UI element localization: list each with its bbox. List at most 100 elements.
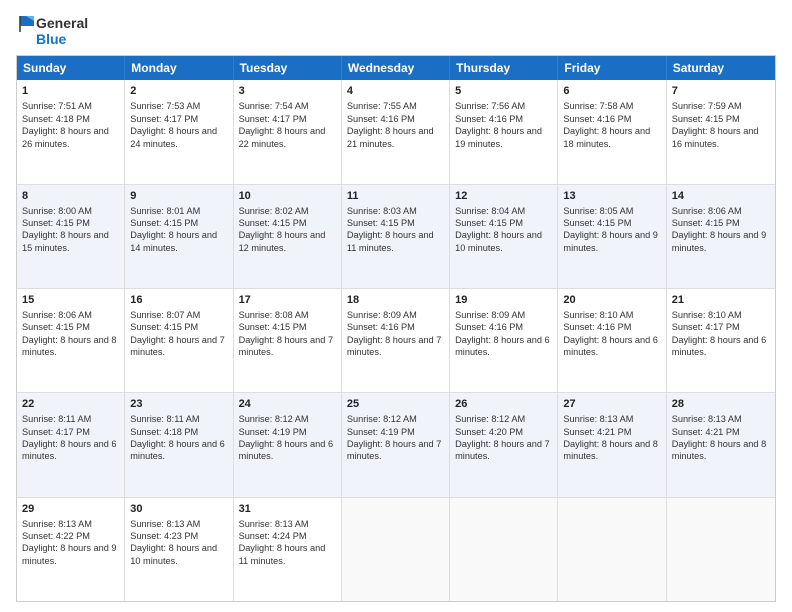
daylight-hours: Daylight: 8 hours and 16 minutes.	[672, 126, 759, 148]
day-number: 9	[130, 189, 227, 204]
calendar-cell-9: 9Sunrise: 8:01 AMSunset: 4:15 PMDaylight…	[125, 185, 233, 288]
day-number: 16	[130, 293, 227, 308]
calendar-row-4: 22 Sunrise: 8:11 AM Sunset: 4:17 PM Dayligh…	[17, 393, 775, 497]
day-number: 29	[22, 502, 119, 517]
sunset-time: Sunset: 4:15 PM	[239, 218, 307, 228]
day-number: 27	[563, 397, 660, 412]
calendar-cell-empty	[667, 498, 775, 601]
sunset-time: Sunset: 4:21 PM	[672, 427, 740, 437]
daylight-hours: Daylight: 8 hours and 10 minutes.	[455, 230, 542, 252]
sunset-time: Sunset: 4:15 PM	[22, 218, 90, 228]
sunrise-time: Sunrise: 8:13 AM	[130, 519, 200, 529]
calendar-cell-18: 18Sunrise: 8:09 AMSunset: 4:16 PMDayligh…	[342, 289, 450, 392]
sunrise-time: Sunrise: 7:59 AM	[672, 101, 742, 111]
sunrise-time: Sunrise: 8:10 AM	[563, 310, 633, 320]
day-number: 20	[563, 293, 660, 308]
sunset-time: Sunset: 4:21 PM	[563, 427, 631, 437]
calendar-cell-24: 24Sunrise: 8:12 AMSunset: 4:19 PMDayligh…	[234, 393, 342, 496]
calendar-row-2: 8Sunrise: 8:00 AMSunset: 4:15 PMDaylight…	[17, 185, 775, 289]
daylight-hours: Daylight: 8 hours and 6 minutes.	[672, 335, 767, 357]
sunset-time: Sunset: 4:22 PM	[22, 531, 90, 541]
calendar-body: 1Sunrise: 7:51 AMSunset: 4:18 PMDaylight…	[17, 80, 775, 601]
sunrise-time: Sunrise: 8:03 AM	[347, 206, 417, 216]
day-number: 25	[347, 397, 444, 412]
sunrise-time: Sunrise: 8:12 AM	[347, 414, 417, 424]
daylight-hours: Daylight: 8 hours and 9 minutes.	[672, 230, 767, 252]
sunset-time: Sunset: 4:17 PM	[22, 427, 90, 437]
day-number: 3	[239, 84, 336, 99]
calendar-cell-empty	[450, 498, 558, 601]
sunset-time: Sunset: 4:16 PM	[455, 322, 523, 332]
calendar-cell-5: 5Sunrise: 7:56 AMSunset: 4:16 PMDaylight…	[450, 80, 558, 183]
sunset-time: Sunset: 4:16 PM	[563, 114, 631, 124]
sunset-time: Sunset: 4:17 PM	[239, 114, 307, 124]
sunrise-time: Sunrise: 8:07 AM	[130, 310, 200, 320]
calendar-cell-21: 21Sunrise: 8:10 AMSunset: 4:17 PMDayligh…	[667, 289, 775, 392]
sunrise-time: Sunrise: 7:56 AM	[455, 101, 525, 111]
sunset-time: Sunset: 4:24 PM	[239, 531, 307, 541]
sunrise-time: Sunrise: 8:00 AM	[22, 206, 92, 216]
day-number: 15	[22, 293, 119, 308]
sunrise-time: Sunrise: 8:12 AM	[455, 414, 525, 424]
sunset-time: Sunset: 4:15 PM	[22, 322, 90, 332]
calendar: SundayMondayTuesdayWednesdayThursdayFrid…	[16, 55, 776, 602]
day-number: 11	[347, 189, 444, 204]
calendar-header-friday: Friday	[558, 56, 666, 80]
day-number: 22	[22, 397, 119, 412]
calendar-cell-10: 10Sunrise: 8:02 AMSunset: 4:15 PMDayligh…	[234, 185, 342, 288]
day-number: 10	[239, 189, 336, 204]
calendar-cell-2: 2Sunrise: 7:53 AMSunset: 4:17 PMDaylight…	[125, 80, 233, 183]
sunset-time: Sunset: 4:19 PM	[239, 427, 307, 437]
sunset-time: Sunset: 4:15 PM	[672, 218, 740, 228]
calendar-cell-23: 23Sunrise: 8:11 AMSunset: 4:18 PMDayligh…	[125, 393, 233, 496]
sunset-time: Sunset: 4:15 PM	[239, 322, 307, 332]
daylight-hours: Daylight: 8 hours and 9 minutes.	[22, 543, 117, 565]
calendar-cell-6: 6Sunrise: 7:58 AMSunset: 4:16 PMDaylight…	[558, 80, 666, 183]
daylight-hours: Daylight: 8 hours and 18 minutes.	[563, 126, 650, 148]
sunrise-time: Sunrise: 8:11 AM	[22, 414, 91, 424]
logo-flag-icon	[16, 16, 34, 32]
daylight-hours: Daylight: 8 hours and 7 minutes.	[130, 335, 225, 357]
day-number: 19	[455, 293, 552, 308]
day-number: 28	[672, 397, 770, 412]
calendar-cell-7: 7Sunrise: 7:59 AMSunset: 4:15 PMDaylight…	[667, 80, 775, 183]
sunset-time: Sunset: 4:20 PM	[455, 427, 523, 437]
daylight-hours: Daylight: 8 hours and 6 minutes.	[455, 335, 550, 357]
sunset-time: Sunset: 4:16 PM	[347, 114, 415, 124]
sunrise-time: Sunrise: 8:04 AM	[455, 206, 525, 216]
calendar-cell-4: 4Sunrise: 7:55 AMSunset: 4:16 PMDaylight…	[342, 80, 450, 183]
calendar-header-saturday: Saturday	[667, 56, 775, 80]
calendar-cell-16: 16Sunrise: 8:07 AMSunset: 4:15 PMDayligh…	[125, 289, 233, 392]
calendar-cell-19: 19 Sunrise: 8:09 AM Sunset: 4:16 PM Dayligh…	[450, 289, 558, 392]
sunset-time: Sunset: 4:15 PM	[672, 114, 740, 124]
day-number: 1	[22, 84, 119, 99]
day-number: 4	[347, 84, 444, 99]
sunrise-time: Sunrise: 8:06 AM	[22, 310, 92, 320]
sunrise-time: Sunrise: 8:05 AM	[563, 206, 633, 216]
main-container: General Blue SundayMondayTuesdayWednesda…	[0, 0, 792, 612]
daylight-hours: Daylight: 8 hours and 8 minutes.	[22, 335, 117, 357]
daylight-hours: Daylight: 8 hours and 14 minutes.	[130, 230, 217, 252]
sunset-time: Sunset: 4:15 PM	[563, 218, 631, 228]
sunrise-time: Sunrise: 7:51 AM	[22, 101, 92, 111]
sunrise-time: Sunrise: 8:01 AM	[130, 206, 200, 216]
calendar-cell-29: 29Sunrise: 8:13 AMSunset: 4:22 PMDayligh…	[17, 498, 125, 601]
sunrise-time: Sunrise: 8:10 AM	[672, 310, 742, 320]
daylight-hours: Daylight: 8 hours and 7 minutes.	[347, 335, 442, 357]
daylight-hours: Daylight: 8 hours and 10 minutes.	[130, 543, 217, 565]
daylight-hours: Daylight: 8 hours and 22 minutes.	[239, 126, 326, 148]
day-number: 2	[130, 84, 227, 99]
sunrise-time: Sunrise: 8:09 AM	[455, 310, 525, 320]
calendar-cell-25: 25Sunrise: 8:12 AMSunset: 4:19 PMDayligh…	[342, 393, 450, 496]
calendar-cell-13: 13Sunrise: 8:05 AMSunset: 4:15 PMDayligh…	[558, 185, 666, 288]
day-number: 26	[455, 397, 552, 412]
sunset-time: Sunset: 4:23 PM	[130, 531, 198, 541]
calendar-cell-1: 1Sunrise: 7:51 AMSunset: 4:18 PMDaylight…	[17, 80, 125, 183]
sunrise-time: Sunrise: 8:13 AM	[672, 414, 742, 424]
daylight-hours: Daylight: 8 hours and 8 minutes.	[563, 439, 658, 461]
day-number: 6	[563, 84, 660, 99]
daylight-hours: Daylight: 8 hours and 7 minutes.	[455, 439, 550, 461]
sunrise-time: Sunrise: 8:09 AM	[347, 310, 417, 320]
page-header: General Blue	[16, 16, 776, 47]
daylight-hours: Daylight: 8 hours and 19 minutes.	[455, 126, 542, 148]
